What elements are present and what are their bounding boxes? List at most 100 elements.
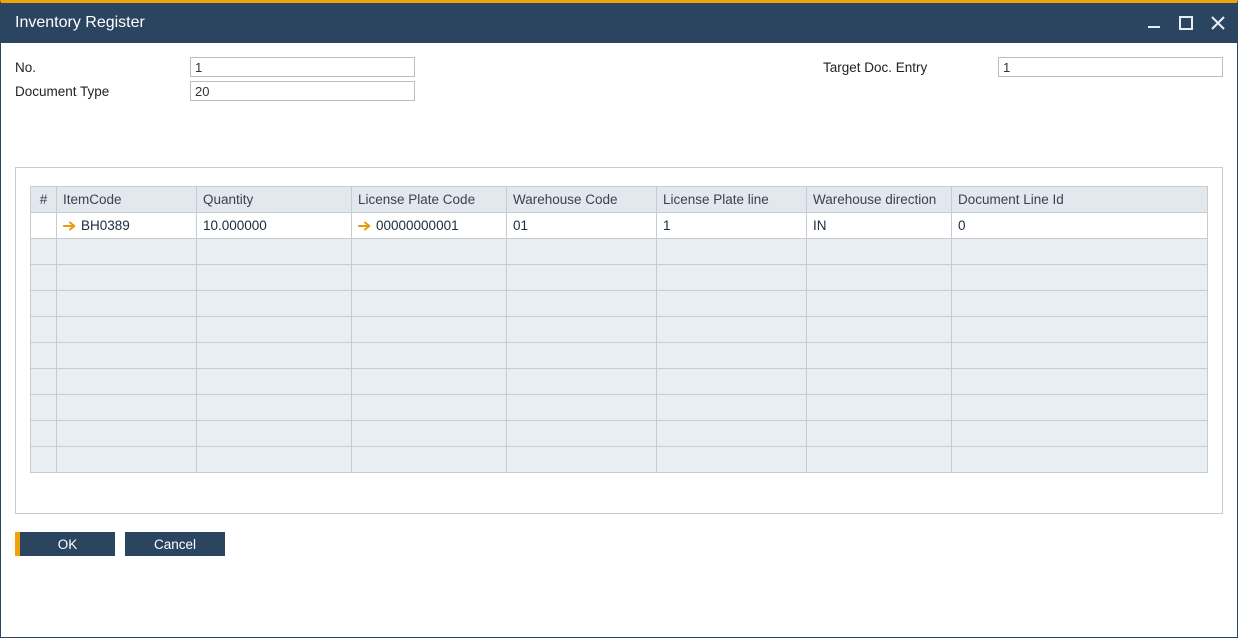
- cell-empty[interactable]: [807, 395, 952, 421]
- cell-license-plate-code[interactable]: 00000000001: [352, 213, 507, 239]
- cell-empty[interactable]: [952, 421, 1208, 447]
- cell-empty[interactable]: [352, 395, 507, 421]
- cell-warehouse-code[interactable]: 01: [507, 213, 657, 239]
- col-header-license-plate-code[interactable]: License Plate Code: [352, 187, 507, 213]
- ok-button[interactable]: OK: [15, 532, 115, 556]
- cell-empty[interactable]: [952, 239, 1208, 265]
- cell-empty[interactable]: [31, 421, 57, 447]
- cell-empty[interactable]: [57, 265, 197, 291]
- table-row-empty[interactable]: [31, 369, 1208, 395]
- col-header-license-plate-line[interactable]: License Plate line: [657, 187, 807, 213]
- col-header-quantity[interactable]: Quantity: [197, 187, 352, 213]
- cell-empty[interactable]: [57, 447, 197, 473]
- cell-empty[interactable]: [352, 369, 507, 395]
- col-header-rownum[interactable]: #: [31, 187, 57, 213]
- cell-empty[interactable]: [807, 317, 952, 343]
- cell-empty[interactable]: [31, 343, 57, 369]
- cell-empty[interactable]: [197, 395, 352, 421]
- field-document-type-input[interactable]: [190, 81, 415, 101]
- inventory-grid[interactable]: # ItemCode Quantity License Plate Code W…: [30, 186, 1208, 473]
- cell-empty[interactable]: [31, 369, 57, 395]
- cell-empty[interactable]: [57, 421, 197, 447]
- cancel-button[interactable]: Cancel: [125, 532, 225, 556]
- cell-empty[interactable]: [657, 291, 807, 317]
- cell-empty[interactable]: [57, 317, 197, 343]
- cell-quantity[interactable]: 10.000000: [197, 213, 352, 239]
- cell-empty[interactable]: [952, 291, 1208, 317]
- cell-empty[interactable]: [507, 343, 657, 369]
- table-row-empty[interactable]: [31, 265, 1208, 291]
- cell-empty[interactable]: [952, 447, 1208, 473]
- minimize-button[interactable]: [1145, 14, 1163, 32]
- cell-empty[interactable]: [197, 291, 352, 317]
- cell-empty[interactable]: [807, 421, 952, 447]
- cell-empty[interactable]: [57, 369, 197, 395]
- cell-empty[interactable]: [807, 291, 952, 317]
- table-row-empty[interactable]: [31, 447, 1208, 473]
- cell-empty[interactable]: [31, 447, 57, 473]
- cell-empty[interactable]: [57, 343, 197, 369]
- cell-empty[interactable]: [197, 265, 352, 291]
- cell-itemcode[interactable]: BH0389: [57, 213, 197, 239]
- col-header-warehouse-code[interactable]: Warehouse Code: [507, 187, 657, 213]
- cell-empty[interactable]: [507, 369, 657, 395]
- cell-empty[interactable]: [807, 447, 952, 473]
- cell-empty[interactable]: [352, 265, 507, 291]
- cell-empty[interactable]: [31, 395, 57, 421]
- cell-empty[interactable]: [507, 291, 657, 317]
- cell-empty[interactable]: [31, 239, 57, 265]
- cell-empty[interactable]: [31, 317, 57, 343]
- cell-document-line-id[interactable]: 0: [952, 213, 1208, 239]
- cell-empty[interactable]: [507, 447, 657, 473]
- col-header-warehouse-direction[interactable]: Warehouse direction: [807, 187, 952, 213]
- cell-empty[interactable]: [507, 239, 657, 265]
- cell-empty[interactable]: [952, 343, 1208, 369]
- cell-empty[interactable]: [807, 265, 952, 291]
- cell-empty[interactable]: [952, 265, 1208, 291]
- cell-empty[interactable]: [57, 395, 197, 421]
- cell-empty[interactable]: [57, 291, 197, 317]
- cell-empty[interactable]: [507, 317, 657, 343]
- cell-empty[interactable]: [657, 317, 807, 343]
- cell-empty[interactable]: [31, 265, 57, 291]
- cell-empty[interactable]: [657, 395, 807, 421]
- cell-warehouse-direction[interactable]: IN: [807, 213, 952, 239]
- cell-empty[interactable]: [352, 317, 507, 343]
- col-header-itemcode[interactable]: ItemCode: [57, 187, 197, 213]
- table-row-empty[interactable]: [31, 239, 1208, 265]
- cell-empty[interactable]: [352, 421, 507, 447]
- cell-empty[interactable]: [657, 421, 807, 447]
- cell-license-plate-line[interactable]: 1: [657, 213, 807, 239]
- cell-empty[interactable]: [952, 317, 1208, 343]
- table-row-empty[interactable]: [31, 317, 1208, 343]
- cell-empty[interactable]: [952, 369, 1208, 395]
- cell-empty[interactable]: [197, 447, 352, 473]
- cell-empty[interactable]: [507, 421, 657, 447]
- cell-empty[interactable]: [657, 239, 807, 265]
- cell-empty[interactable]: [952, 395, 1208, 421]
- cell-empty[interactable]: [31, 291, 57, 317]
- field-no-input[interactable]: [190, 57, 415, 77]
- cell-empty[interactable]: [657, 369, 807, 395]
- table-row[interactable]: BH038910.00000000000000001011IN0: [31, 213, 1208, 239]
- cell-empty[interactable]: [507, 265, 657, 291]
- cell-empty[interactable]: [57, 239, 197, 265]
- cell-empty[interactable]: [197, 421, 352, 447]
- cell-empty[interactable]: [197, 239, 352, 265]
- cell-empty[interactable]: [807, 239, 952, 265]
- cell-empty[interactable]: [657, 265, 807, 291]
- maximize-button[interactable]: [1177, 14, 1195, 32]
- cell-empty[interactable]: [807, 343, 952, 369]
- cell-empty[interactable]: [197, 317, 352, 343]
- close-button[interactable]: [1209, 14, 1227, 32]
- cell-empty[interactable]: [352, 291, 507, 317]
- cell-empty[interactable]: [197, 343, 352, 369]
- table-row-empty[interactable]: [31, 421, 1208, 447]
- cell-empty[interactable]: [352, 447, 507, 473]
- col-header-document-line-id[interactable]: Document Line Id: [952, 187, 1208, 213]
- cell-empty[interactable]: [352, 239, 507, 265]
- cell-empty[interactable]: [807, 369, 952, 395]
- table-row-empty[interactable]: [31, 395, 1208, 421]
- cell-rownum[interactable]: [31, 213, 57, 239]
- cell-empty[interactable]: [507, 395, 657, 421]
